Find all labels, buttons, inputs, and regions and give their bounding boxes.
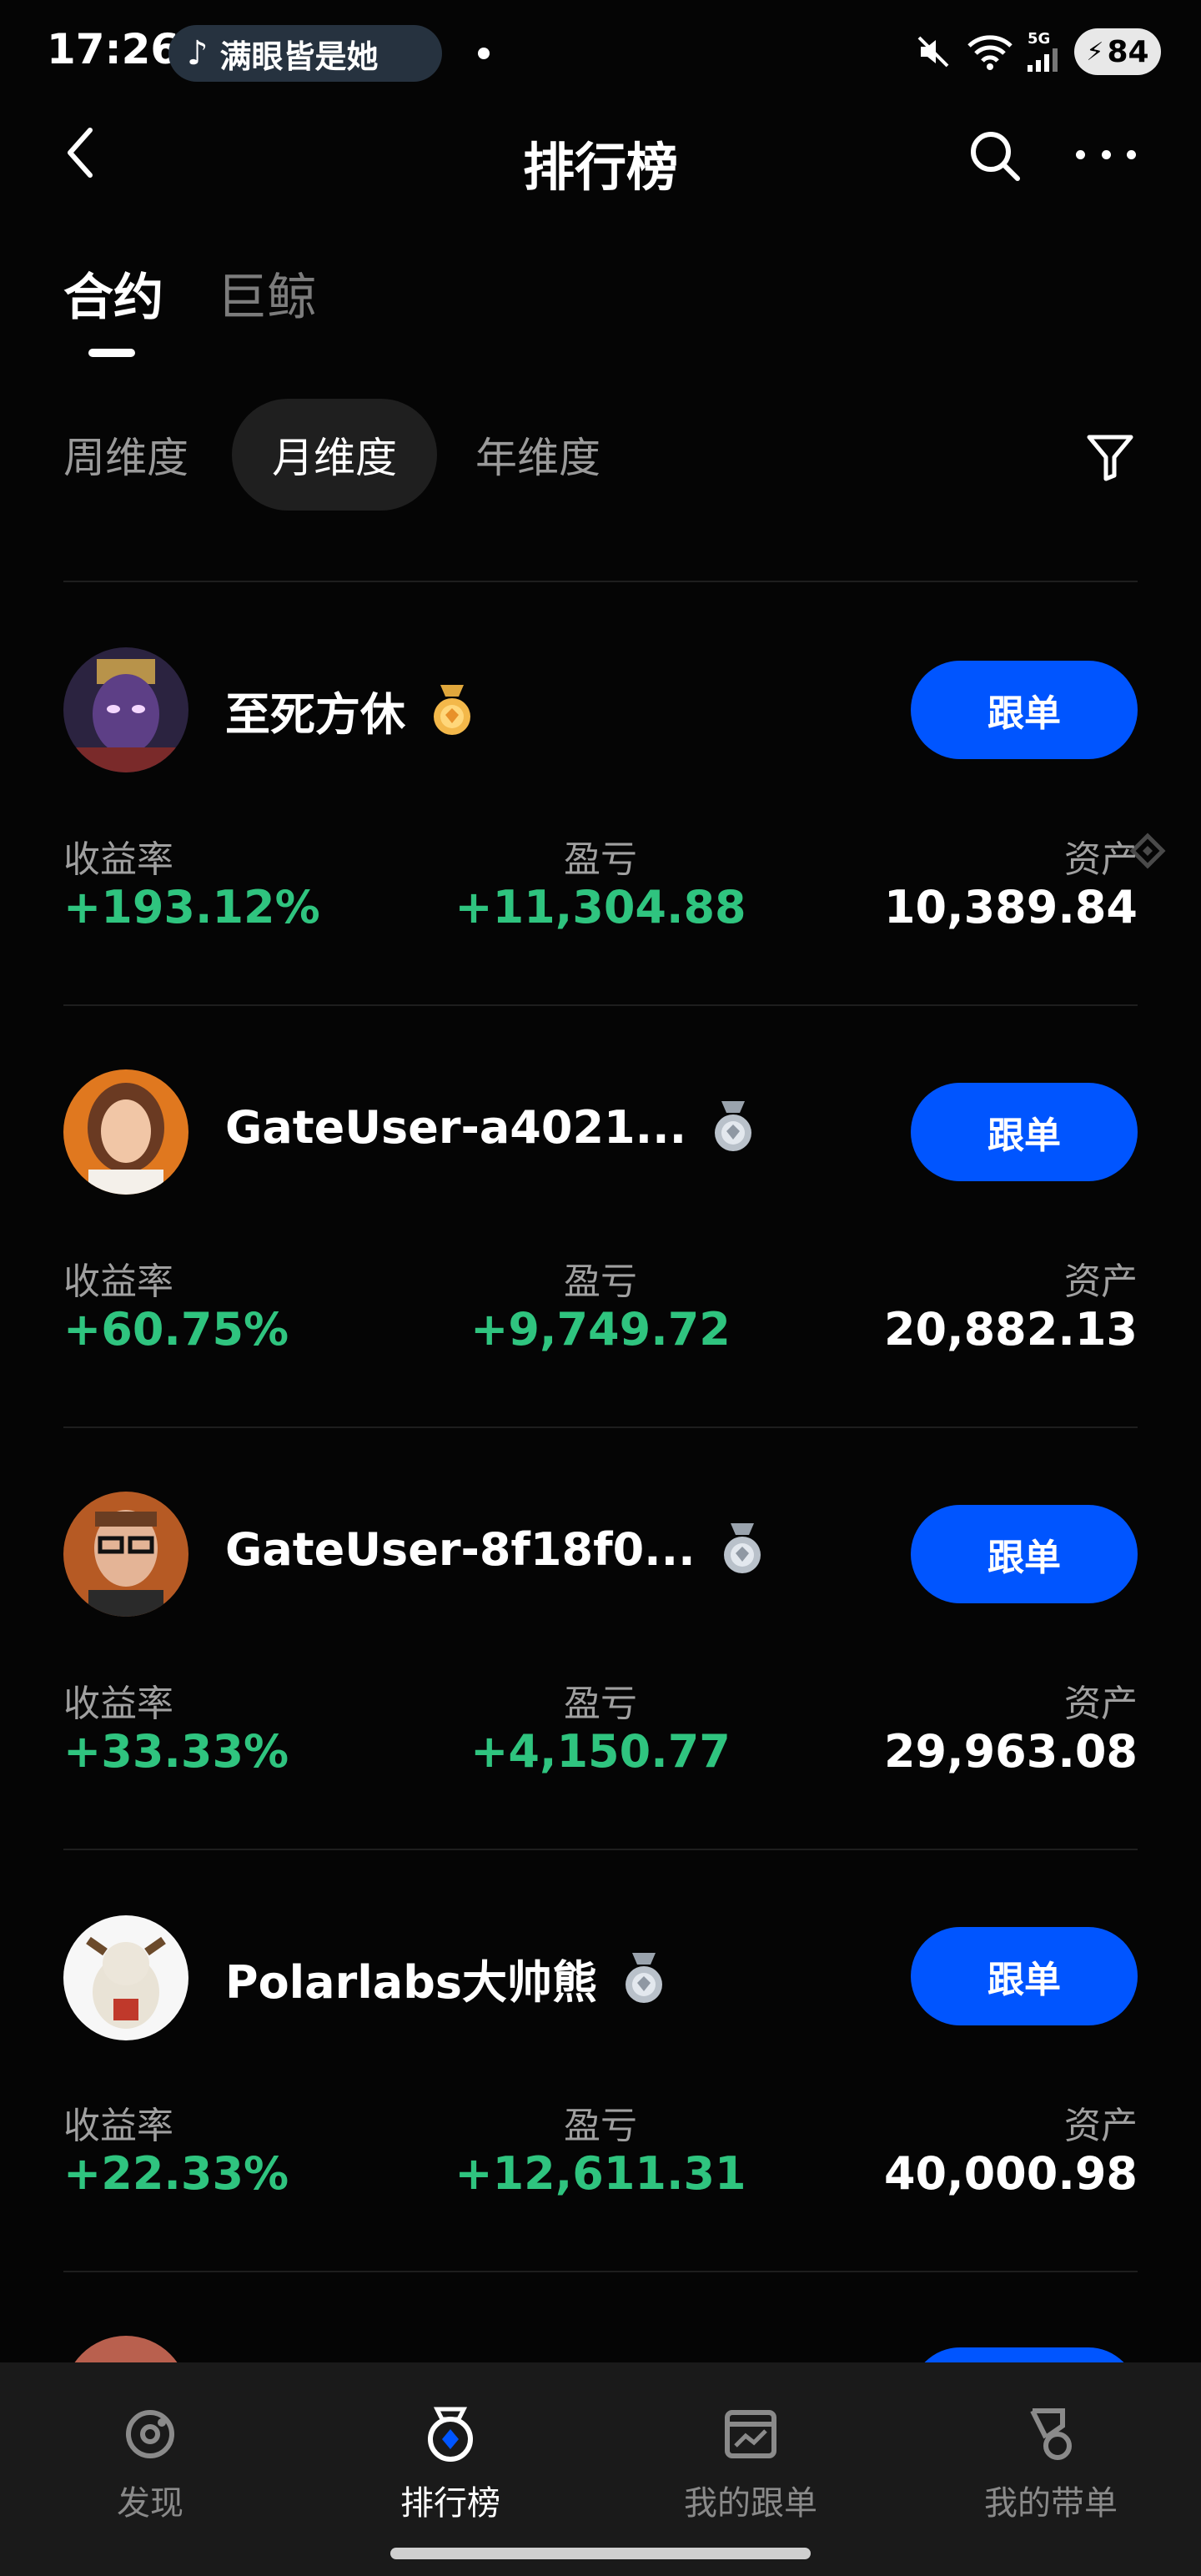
trader-name-wrap: GateUser-8f18f0...	[225, 1522, 767, 1577]
trader-name-wrap: GateUser-a4021...	[225, 1099, 758, 1155]
silver-medal-icon	[626, 1952, 663, 2003]
avatar-image	[63, 1492, 188, 1617]
silver-medal-icon	[715, 1101, 752, 1151]
trader-name[interactable]: 至死方休	[225, 677, 405, 743]
trader-name-wrap: Polarlabs大帅熊	[225, 1945, 669, 2011]
divider	[63, 2271, 1138, 2272]
my-copy-trades-icon	[725, 2410, 776, 2458]
trader-name[interactable]: GateUser-8f18f0...	[225, 1523, 696, 1576]
nav-leaderboard[interactable]: 排行榜	[342, 2404, 559, 2524]
avatar-partial[interactable]	[63, 2336, 188, 2362]
nav-label: 我的跟单	[684, 2484, 817, 2523]
search-button[interactable]	[966, 127, 1024, 185]
cellular-signal-icon: 5G	[1028, 32, 1061, 72]
tiktok-icon: ♪	[187, 34, 209, 73]
search-icon	[971, 132, 1020, 181]
diamond-logo-icon	[1129, 833, 1166, 869]
more-dot-icon	[1127, 149, 1136, 159]
avatar-image	[63, 1069, 188, 1195]
filter-button[interactable]	[1086, 432, 1134, 482]
nav-discover[interactable]: 发现	[42, 2404, 259, 2524]
assets-value: 20,882.13	[883, 1303, 1138, 1356]
avatar[interactable]	[63, 1492, 188, 1617]
my-lead-trades-icon	[1030, 2408, 1072, 2460]
follow-button[interactable]: 跟单	[911, 1505, 1138, 1603]
avatar[interactable]	[63, 1915, 188, 2040]
network-type: 5G	[1028, 30, 1051, 48]
follow-button-partial[interactable]	[911, 2347, 1138, 2362]
floating-widget[interactable]	[1114, 819, 1181, 899]
assets-label: 资产	[1064, 1683, 1138, 1725]
assets-label: 资产	[1064, 2105, 1138, 2147]
signal-bars-icon	[1028, 48, 1058, 72]
assets-label: 资产	[1064, 1260, 1138, 1303]
divider	[63, 1004, 1138, 1006]
battery-level: 84	[1107, 34, 1149, 69]
period-tab-week[interactable]: 周维度	[63, 399, 188, 511]
more-dot-icon	[1101, 149, 1111, 159]
pnl-label: 盈亏	[564, 838, 637, 881]
avatar[interactable]	[63, 647, 188, 772]
more-options-button[interactable]	[1076, 142, 1136, 167]
trader-name[interactable]: Polarlabs大帅熊	[225, 1945, 597, 2011]
notification-dot-icon	[478, 48, 490, 59]
nav-my-copy-trades[interactable]: 我的跟单	[642, 2404, 859, 2524]
pnl-label: 盈亏	[564, 2105, 637, 2147]
more-dot-icon	[1076, 149, 1085, 159]
pnl-label: 盈亏	[564, 1260, 637, 1303]
assets-value: 10,389.84	[883, 881, 1138, 933]
trader-name[interactable]: GateUser-a4021...	[225, 1101, 686, 1154]
silver-medal-icon	[723, 1523, 761, 1573]
nav-label: 发现	[117, 2484, 183, 2523]
home-indicator[interactable]	[390, 2548, 811, 2559]
divider	[63, 1426, 1138, 1428]
divider	[63, 1849, 1138, 1850]
period-tab-month[interactable]: 月维度	[232, 399, 437, 511]
nav-my-lead-trades[interactable]: 我的带单	[942, 2404, 1159, 2524]
nav-label: 我的带单	[984, 2484, 1118, 2523]
tiktok-text: 满眼皆是她	[219, 38, 379, 75]
tab-contract[interactable]: 合约	[63, 257, 163, 330]
nav-label: 排行榜	[400, 2484, 500, 2523]
tiktok-notification-pill[interactable]: ♪ 满眼皆是她	[168, 25, 442, 82]
filter-icon	[1087, 435, 1133, 481]
leaderboard-icon	[428, 2407, 473, 2462]
charging-bolt-icon: ⚡	[1086, 37, 1104, 67]
avatar-image	[63, 1915, 188, 2040]
assets-value: 40,000.98	[883, 2147, 1138, 2200]
follow-button-shape	[911, 2347, 1138, 2362]
discover-icon	[126, 2410, 174, 2458]
avatar[interactable]	[63, 1069, 188, 1195]
follow-button[interactable]: 跟单	[911, 1083, 1138, 1181]
gold-medal-icon	[434, 684, 470, 735]
follow-button[interactable]: 跟单	[911, 661, 1138, 759]
tab-whale[interactable]: 巨鲸	[217, 257, 317, 330]
divider	[63, 581, 1138, 582]
status-icons: 5G ⚡ 84	[914, 28, 1161, 75]
battery-indicator: ⚡ 84	[1074, 28, 1161, 75]
period-tab-year[interactable]: 年维度	[475, 399, 600, 511]
assets-value: 29,963.08	[883, 1725, 1138, 1778]
bottom-nav: 发现 排行榜 我的跟单 我的带单	[0, 2362, 1201, 2576]
trader-name-wrap: 至死方休	[225, 677, 477, 743]
wifi-icon	[967, 35, 1013, 70]
pnl-label: 盈亏	[564, 1683, 637, 1725]
mute-icon	[917, 36, 949, 68]
follow-button[interactable]: 跟单	[911, 1927, 1138, 2025]
avatar-image	[63, 2336, 188, 2362]
status-time: 17:26	[47, 25, 180, 73]
avatar-image	[63, 647, 188, 772]
active-tab-indicator	[88, 349, 135, 357]
